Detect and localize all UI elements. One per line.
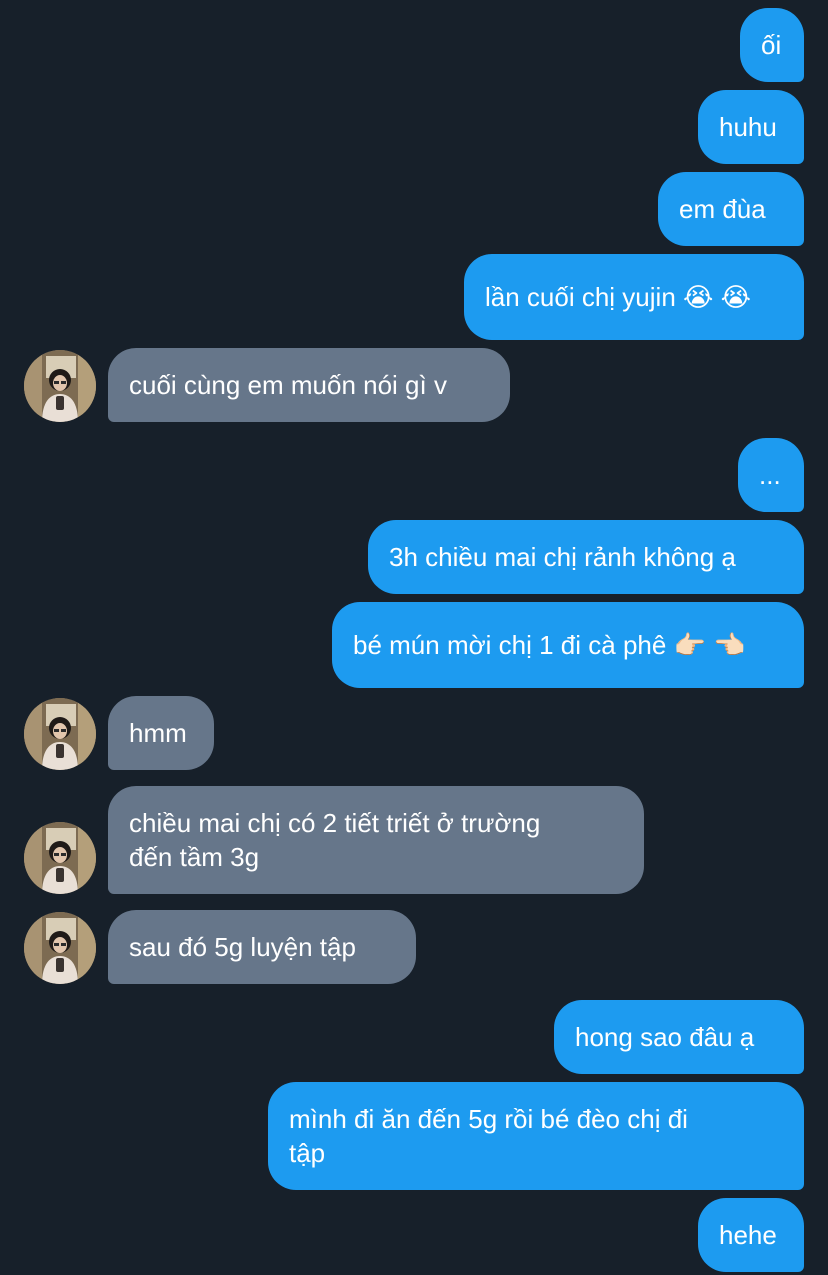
outgoing-message[interactable]: bé mún mời chị 1 đi cà phê 👉🏻 👈🏻 [332,602,804,688]
avatar-photo-icon [24,912,96,984]
outgoing-message[interactable]: ối [740,8,804,82]
outgoing-message[interactable]: hehe [698,1198,804,1272]
contact-avatar[interactable] [24,698,96,770]
outgoing-message[interactable]: em đùa [658,172,804,246]
incoming-message[interactable]: chiều mai chị có 2 tiết triết ở trường đ… [108,786,644,894]
avatar-photo-icon [24,698,96,770]
incoming-message[interactable]: hmm [108,696,214,770]
contact-avatar[interactable] [24,350,96,422]
outgoing-message[interactable]: huhu [698,90,804,164]
chat-thread: ối huhu em đùa lần cuối chị yujin 😭 😭 cu… [0,0,828,1275]
avatar-photo-icon [24,822,96,894]
contact-avatar[interactable] [24,822,96,894]
outgoing-message[interactable]: lần cuối chị yujin 😭 😭 [464,254,804,340]
contact-avatar[interactable] [24,912,96,984]
outgoing-message[interactable]: ... [738,438,804,512]
avatar-photo-icon [24,350,96,422]
outgoing-message[interactable]: hong sao đâu ạ [554,1000,804,1074]
incoming-message[interactable]: cuối cùng em muốn nói gì v [108,348,510,422]
outgoing-message[interactable]: mình đi ăn đến 5g rồi bé đèo chị đi tập [268,1082,804,1190]
incoming-message[interactable]: sau đó 5g luyện tập [108,910,416,984]
outgoing-message[interactable]: 3h chiều mai chị rảnh không ạ [368,520,804,594]
